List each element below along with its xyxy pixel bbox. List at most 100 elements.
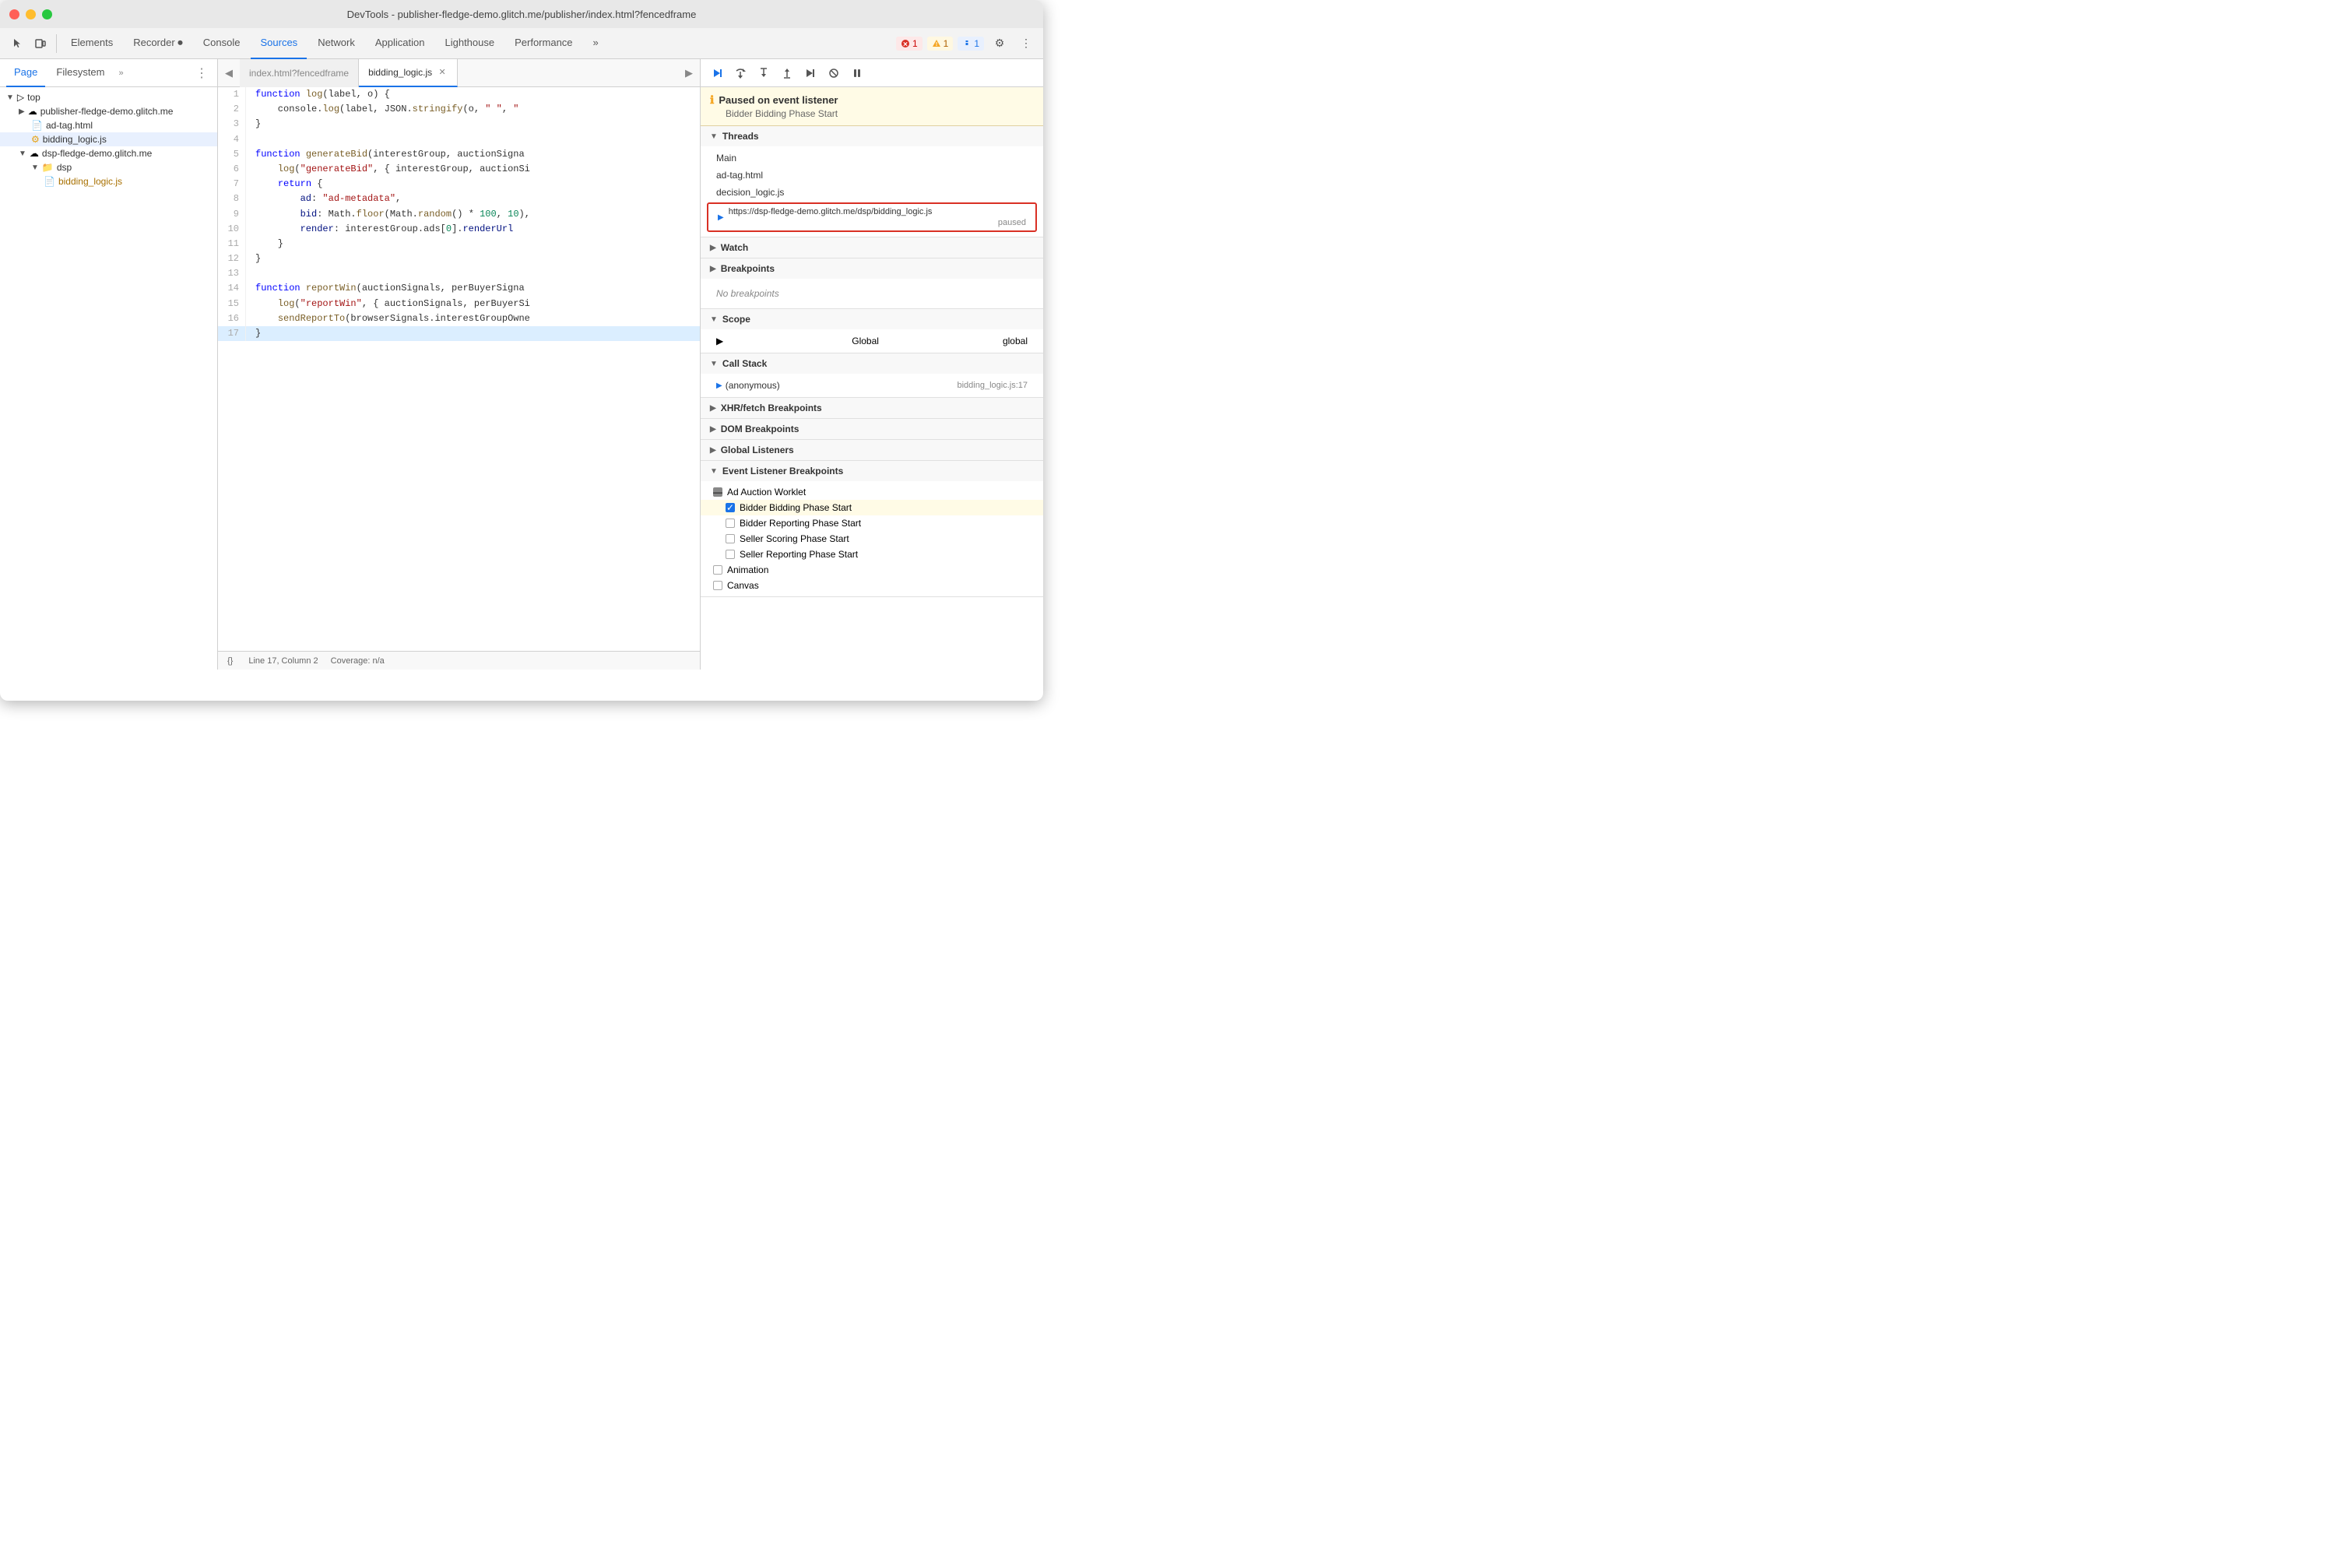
code-line-9: 9 bid: Math.floor(Math.random() * 100, 1… <box>218 207 700 222</box>
editor-tab-more-button[interactable]: ▶ <box>678 59 700 87</box>
bidder-reporting-start-checkbox[interactable] <box>726 519 735 528</box>
callstack-item-anon[interactable]: ▶ (anonymous) bidding_logic.js:17 <box>701 377 1043 394</box>
error-badge[interactable]: ✕ 1 <box>896 37 922 51</box>
scope-toggle: ▼ <box>710 315 718 324</box>
thread-item-main[interactable]: Main <box>701 149 1043 167</box>
xhr-breakpoints-label: XHR/fetch Breakpoints <box>721 403 822 413</box>
editor-tabs: ◀ index.html?fencedframe bidding_logic.j… <box>218 59 700 87</box>
editor-tab-bidding[interactable]: bidding_logic.js ✕ <box>359 59 458 87</box>
tab-filesystem[interactable]: Filesystem <box>48 59 112 87</box>
event-item-bidder-reporting-start-label: Bidder Reporting Phase Start <box>740 518 861 529</box>
step-into-button[interactable] <box>754 63 774 83</box>
xhr-breakpoints-header[interactable]: ▶ XHR/fetch Breakpoints <box>701 398 1043 418</box>
threads-label: Threads <box>722 131 759 142</box>
bidder-bidding-start-checkbox[interactable]: ✓ <box>726 503 735 512</box>
xhr-toggle: ▶ <box>710 404 716 413</box>
more-options-button[interactable]: ⋮ <box>1015 33 1037 54</box>
step-over-button[interactable] <box>730 63 750 83</box>
settings-button[interactable]: ⚙ <box>989 33 1010 54</box>
editor-back-button[interactable]: ◀ <box>218 59 240 87</box>
step-out-button[interactable] <box>777 63 797 83</box>
tab-performance[interactable]: Performance <box>505 28 582 59</box>
tab-page[interactable]: Page <box>6 59 45 87</box>
event-item-seller-scoring-start[interactable]: Seller Scoring Phase Start <box>701 531 1043 547</box>
callstack-anon-label: ▶ (anonymous) <box>716 380 780 391</box>
paused-subtitle: Bidder Bidding Phase Start <box>710 108 1034 119</box>
threads-header[interactable]: ▼ Threads <box>701 126 1043 146</box>
event-group-animation[interactable]: Animation <box>701 562 1043 578</box>
thread-label-adtag: ad-tag.html <box>716 170 763 181</box>
paused-icon: ℹ <box>710 93 714 107</box>
tree-label-dsp-bidding: bidding_logic.js <box>58 176 122 187</box>
seller-reporting-start-checkbox[interactable] <box>726 550 735 559</box>
event-listener-breakpoints-header[interactable]: ▼ Event Listener Breakpoints <box>701 461 1043 481</box>
maximize-button[interactable] <box>42 9 52 19</box>
cursor-tool-button[interactable] <box>6 33 28 54</box>
tab-sources[interactable]: Sources <box>251 28 307 59</box>
panel-tabs: Page Filesystem » ⋮ <box>0 59 217 87</box>
tree-item-top[interactable]: ▼ ▷ top <box>0 90 217 104</box>
minimize-button[interactable] <box>26 9 36 19</box>
tree-item-dsp-bidding[interactable]: 📄 bidding_logic.js <box>0 174 217 188</box>
canvas-group-checkbox <box>713 581 722 590</box>
paused-title: ℹ Paused on event listener <box>710 93 1034 107</box>
step-button[interactable] <box>800 63 821 83</box>
tree-toggle-top: ▼ <box>6 93 14 102</box>
thread-item-decision[interactable]: decision_logic.js <box>701 184 1043 201</box>
cursor-icon <box>11 37 23 50</box>
event-group-canvas[interactable]: Canvas <box>701 578 1043 593</box>
scope-item-global[interactable]: ▶ Global global <box>701 332 1043 350</box>
seller-scoring-start-checkbox[interactable] <box>726 534 735 543</box>
global-listeners-toggle: ▶ <box>710 446 716 455</box>
tree-label-dsp-folder: dsp <box>57 162 72 173</box>
tab-application[interactable]: Application <box>366 28 434 59</box>
code-line-6: 6 log("generateBid", { interestGroup, au… <box>218 162 700 177</box>
editor-tab-index[interactable]: index.html?fencedframe <box>240 59 359 87</box>
tree-item-dsp-folder[interactable]: ▼ 📁 dsp <box>0 160 217 174</box>
tree-item-publisher[interactable]: ▶ ☁ publisher-fledge-demo.glitch.me <box>0 104 217 118</box>
breakpoints-header[interactable]: ▶ Breakpoints <box>701 258 1043 279</box>
event-item-seller-reporting-start[interactable]: Seller Reporting Phase Start <box>701 547 1043 562</box>
right-panel-scroll[interactable]: ℹ Paused on event listener Bidder Biddin… <box>701 87 1043 670</box>
global-listeners-header[interactable]: ▶ Global Listeners <box>701 440 1043 460</box>
tab-lighthouse[interactable]: Lighthouse <box>435 28 504 59</box>
info-icon <box>962 39 972 48</box>
event-item-bidder-reporting-start[interactable]: Bidder Reporting Phase Start <box>701 515 1043 531</box>
tab-recorder[interactable]: Recorder ⏺ <box>124 28 192 59</box>
device-icon <box>34 37 47 50</box>
tree-label-top: top <box>27 92 40 103</box>
tab-elements[interactable]: Elements <box>62 28 122 59</box>
editor-tab-close-button[interactable]: ✕ <box>437 67 448 78</box>
close-button[interactable] <box>9 9 19 19</box>
event-item-bidder-bidding-start[interactable]: ✓ Bidder Bidding Phase Start <box>701 500 1043 515</box>
info-badge[interactable]: 1 <box>958 37 984 51</box>
deactivate-icon <box>828 68 839 79</box>
tab-network[interactable]: Network <box>308 28 364 59</box>
callstack-header[interactable]: ▼ Call Stack <box>701 353 1043 374</box>
event-group-ad-auction[interactable]: — Ad Auction Worklet <box>701 484 1043 500</box>
scope-header[interactable]: ▼ Scope <box>701 309 1043 329</box>
deactivate-button[interactable] <box>824 63 844 83</box>
devtools-toolbar: Elements Recorder ⏺ Console Sources Netw… <box>0 28 1043 59</box>
code-line-8: 8 ad: "ad-metadata", <box>218 192 700 206</box>
panel-menu-button[interactable]: ⋮ <box>192 64 211 83</box>
tree-item-dsp-domain[interactable]: ▼ ☁ dsp-fledge-demo.glitch.me <box>0 146 217 160</box>
threads-section: ▼ Threads Main ad-tag.html decision_logi… <box>701 126 1043 237</box>
watch-header[interactable]: ▶ Watch <box>701 237 1043 258</box>
tab-more[interactable]: » <box>584 28 608 59</box>
device-toolbar-button[interactable] <box>30 33 51 54</box>
warning-icon: ! <box>932 39 941 48</box>
tree-item-bidding[interactable]: ⚙ bidding_logic.js <box>0 132 217 146</box>
tab-console[interactable]: Console <box>194 28 250 59</box>
dom-breakpoints-header[interactable]: ▶ DOM Breakpoints <box>701 419 1043 439</box>
thread-item-adtag[interactable]: ad-tag.html <box>701 167 1043 184</box>
callstack-anon-location: bidding_logic.js:17 <box>957 381 1028 390</box>
code-line-14: 14 function reportWin(auctionSignals, pe… <box>218 281 700 296</box>
thread-item-dsp-bidding[interactable]: ▶ https://dsp-fledge-demo.glitch.me/dsp/… <box>707 202 1037 232</box>
pause-exceptions-button[interactable] <box>847 63 867 83</box>
code-editor[interactable]: 1 function log(label, o) { 2 console.log… <box>218 87 700 651</box>
editor-tab-index-label: index.html?fencedframe <box>249 68 349 79</box>
tree-item-adtag[interactable]: 📄 ad-tag.html <box>0 118 217 132</box>
resume-button[interactable] <box>707 63 727 83</box>
warning-badge[interactable]: ! 1 <box>927 37 954 51</box>
